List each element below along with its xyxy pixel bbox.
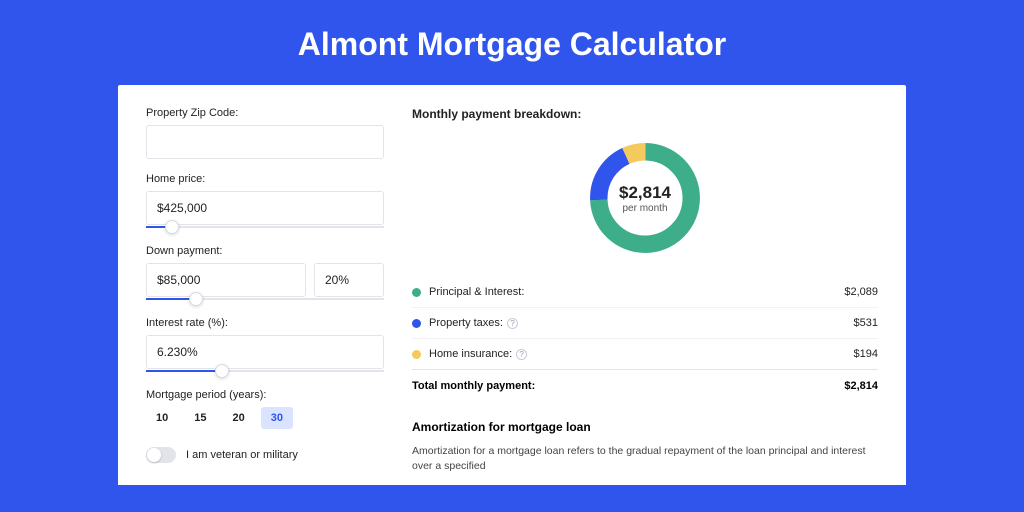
amortization-section: Amortization for mortgage loan Amortizat… (412, 420, 878, 474)
legend-dot-icon (412, 319, 421, 328)
legend: Principal & Interest:$2,089Property taxe… (412, 277, 878, 369)
legend-label: Property taxes:? (429, 317, 854, 329)
down-payment-label: Down payment: (146, 245, 384, 257)
legend-label: Principal & Interest: (429, 286, 844, 298)
home-price-slider[interactable] (146, 223, 384, 231)
period-btn-20[interactable]: 20 (223, 407, 255, 429)
interest-label: Interest rate (%): (146, 317, 384, 329)
info-icon[interactable]: ? (516, 349, 527, 360)
legend-label: Home insurance:? (429, 348, 854, 360)
home-price-input[interactable] (146, 191, 384, 225)
down-payment-input[interactable] (146, 263, 306, 297)
legend-row: Property taxes:?$531 (412, 308, 878, 339)
down-payment-slider[interactable] (146, 295, 384, 303)
donut-chart: $2,814 per month (412, 131, 878, 277)
interest-slider[interactable] (146, 367, 384, 375)
zip-input[interactable] (146, 125, 384, 159)
breakdown-panel: Monthly payment breakdown: $2,814 per mo… (412, 107, 878, 485)
period-options: 10 15 20 30 (146, 407, 384, 429)
period-btn-15[interactable]: 15 (184, 407, 216, 429)
legend-value: $2,089 (844, 286, 878, 298)
veteran-label: I am veteran or military (186, 449, 298, 461)
period-btn-10[interactable]: 10 (146, 407, 178, 429)
donut-amount: $2,814 (619, 183, 671, 203)
legend-dot-icon (412, 350, 421, 359)
donut-sub: per month (622, 203, 667, 214)
total-value: $2,814 (844, 380, 878, 392)
home-price-label: Home price: (146, 173, 384, 185)
legend-row: Principal & Interest:$2,089 (412, 277, 878, 308)
legend-row: Home insurance:?$194 (412, 339, 878, 369)
down-payment-pct-input[interactable] (314, 263, 384, 297)
legend-value: $194 (854, 348, 878, 360)
legend-dot-icon (412, 288, 421, 297)
amortization-title: Amortization for mortgage loan (412, 420, 878, 434)
period-btn-30[interactable]: 30 (261, 407, 293, 429)
zip-label: Property Zip Code: (146, 107, 384, 119)
breakdown-title: Monthly payment breakdown: (412, 107, 878, 121)
page-title: Almont Mortgage Calculator (0, 0, 1024, 85)
info-icon[interactable]: ? (507, 318, 518, 329)
amortization-text: Amortization for a mortgage loan refers … (412, 444, 878, 474)
legend-value: $531 (854, 317, 878, 329)
total-label: Total monthly payment: (412, 380, 844, 392)
veteran-toggle[interactable] (146, 447, 176, 463)
calculator-card: Property Zip Code: Home price: Down paym… (118, 85, 906, 485)
interest-input[interactable] (146, 335, 384, 369)
input-panel: Property Zip Code: Home price: Down paym… (146, 107, 384, 485)
period-label: Mortgage period (years): (146, 389, 384, 401)
